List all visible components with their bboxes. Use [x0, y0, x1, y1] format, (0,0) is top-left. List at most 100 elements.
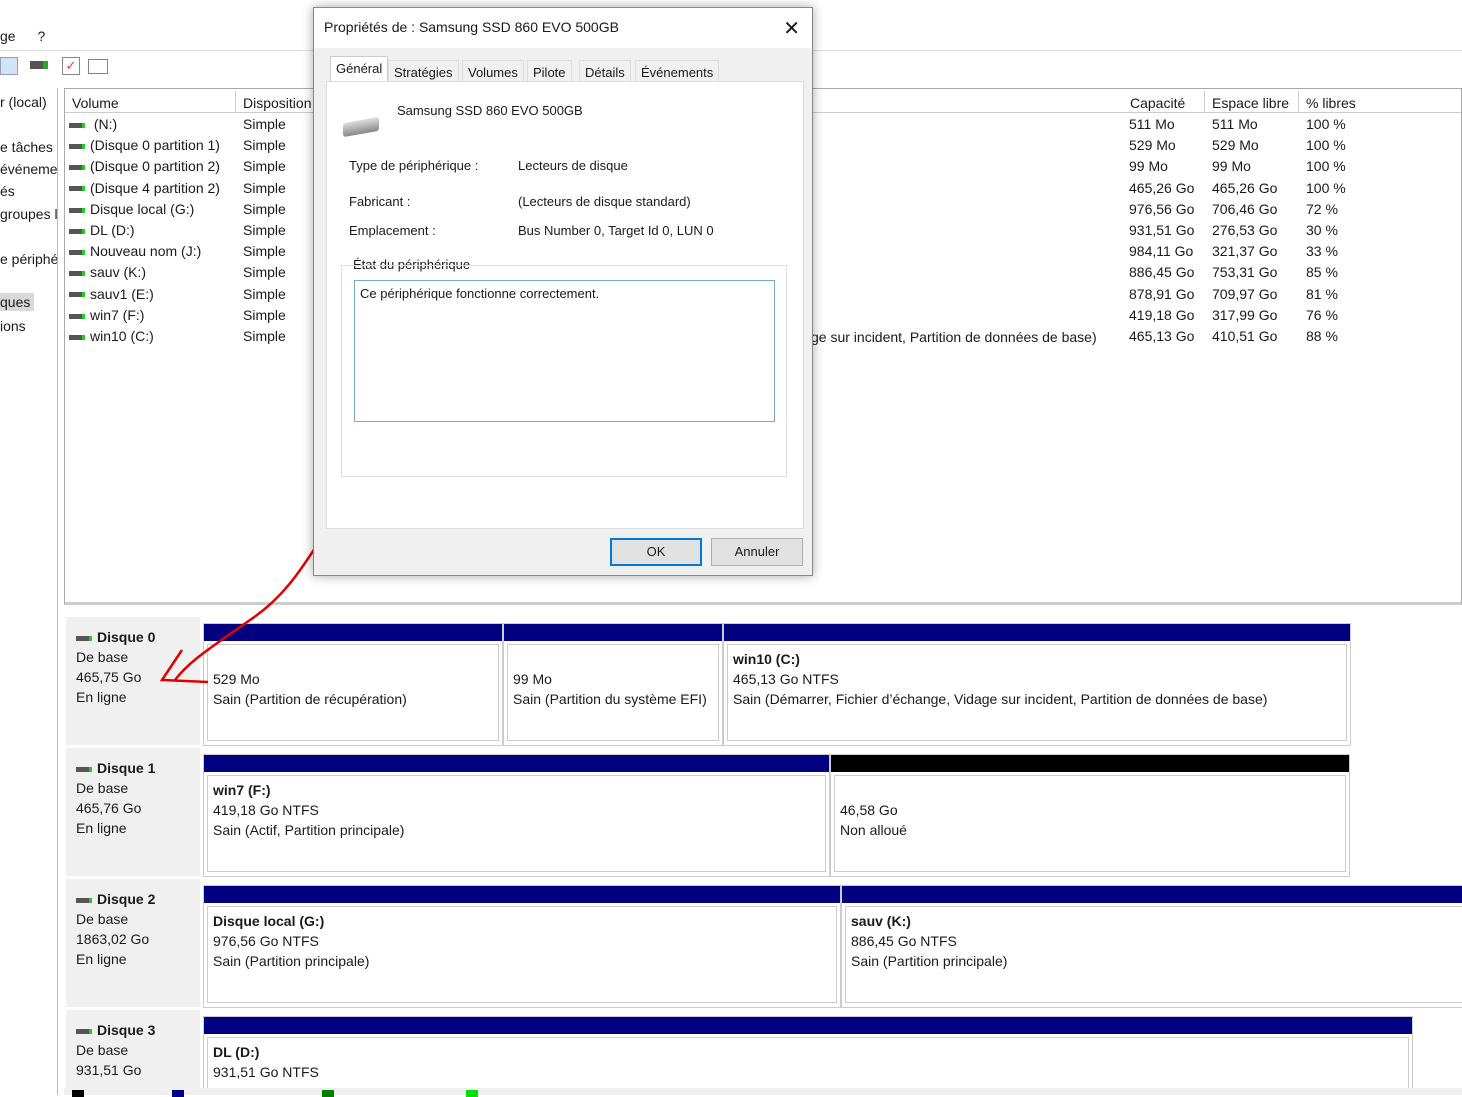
- nav-item[interactable]: és: [0, 183, 15, 199]
- cell-pct[interactable]: 72 %: [1306, 201, 1338, 222]
- column-header-pct[interactable]: % libres: [1299, 91, 1461, 113]
- cell-layout[interactable]: Simple: [243, 307, 286, 328]
- nav-item[interactable]: e tâches: [0, 139, 53, 155]
- tab-events[interactable]: Événements: [635, 60, 720, 82]
- cell-volume[interactable]: (Disque 4 partition 2): [69, 180, 220, 201]
- cell-free[interactable]: 276,53 Go: [1212, 222, 1277, 243]
- cell-capacity[interactable]: 419,18 Go: [1129, 307, 1194, 328]
- partition[interactable]: Disque local (G:) 976,56 Go NTFS Sain (P…: [203, 885, 841, 1008]
- cell-text: 511 Mo: [1212, 116, 1258, 132]
- cell-pct[interactable]: 33 %: [1306, 243, 1338, 264]
- tab-details[interactable]: Détails: [579, 60, 631, 82]
- cell-volume[interactable]: DL (D:): [69, 222, 135, 243]
- nav-item-disks-selected[interactable]: ques: [0, 293, 34, 311]
- cell-free[interactable]: 529 Mo: [1212, 137, 1259, 158]
- partition[interactable]: DL (D:) 931,51 Go NTFS: [203, 1016, 1413, 1095]
- cell-capacity[interactable]: 465,26 Go: [1129, 180, 1194, 201]
- cell-free[interactable]: 709,97 Go: [1212, 286, 1277, 307]
- cell-free[interactable]: 99 Mo: [1212, 158, 1251, 179]
- cell-free[interactable]: 511 Mo: [1212, 116, 1258, 137]
- partition[interactable]: sauv (K:) 886,45 Go NTFS Sain (Partition…: [841, 885, 1462, 1008]
- properties-icon[interactable]: [88, 59, 108, 74]
- cell-pct[interactable]: 76 %: [1306, 307, 1338, 328]
- cell-capacity[interactable]: 99 Mo: [1129, 158, 1168, 179]
- cell-free[interactable]: 317,99 Go: [1212, 307, 1277, 328]
- cell-free[interactable]: 465,26 Go: [1212, 180, 1277, 201]
- disk-name: Disque 1: [97, 760, 156, 776]
- cell-pct[interactable]: 30 %: [1306, 222, 1338, 243]
- cell-pct[interactable]: 100 %: [1306, 158, 1346, 179]
- partition-title: [213, 649, 493, 669]
- cell-volume[interactable]: (N:): [69, 116, 117, 137]
- cell-layout[interactable]: Simple: [243, 328, 286, 349]
- cell-volume[interactable]: (Disque 0 partition 2): [69, 158, 220, 179]
- disk-label[interactable]: Disque 2 De base 1863,02 Go En ligne: [66, 879, 200, 1007]
- cell-layout[interactable]: Simple: [243, 222, 286, 243]
- cell-volume[interactable]: win7 (F:): [69, 307, 144, 328]
- cell-volume[interactable]: Disque local (G:): [69, 201, 194, 222]
- cell-capacity[interactable]: 886,45 Go: [1129, 264, 1194, 285]
- cell-volume[interactable]: sauv (K:): [69, 264, 146, 285]
- cell-free[interactable]: 410,51 Go: [1212, 328, 1277, 349]
- cell-pct[interactable]: 100 %: [1306, 180, 1346, 201]
- cell-free[interactable]: 321,37 Go: [1212, 243, 1277, 264]
- cell-layout[interactable]: Simple: [243, 243, 286, 264]
- tab-strategies[interactable]: Stratégies: [388, 60, 459, 82]
- nav-item[interactable]: groupes l: [0, 206, 57, 222]
- cell-capacity[interactable]: 931,51 Go: [1129, 222, 1194, 243]
- partition[interactable]: 46,58 Go Non alloué: [830, 754, 1350, 877]
- partition[interactable]: win7 (F:) 419,18 Go NTFS Sain (Actif, Pa…: [203, 754, 830, 877]
- cell-layout[interactable]: Simple: [243, 137, 286, 158]
- connect-drive-icon[interactable]: [30, 61, 48, 69]
- cell-layout[interactable]: Simple: [243, 180, 286, 201]
- column-header-capacity[interactable]: Capacité: [1123, 91, 1205, 113]
- ok-button[interactable]: OK: [610, 538, 702, 566]
- cell-pct[interactable]: 100 %: [1306, 116, 1346, 137]
- cell-layout[interactable]: Simple: [243, 116, 286, 137]
- close-icon[interactable]: ✕: [783, 16, 800, 41]
- cell-text: win10 (C:): [90, 328, 154, 344]
- menu-item-help[interactable]: ?: [37, 28, 45, 44]
- disk-icon: [76, 897, 92, 903]
- cell-pct[interactable]: 88 %: [1306, 328, 1338, 349]
- partition[interactable]: 529 Mo Sain (Partition de récupération): [203, 623, 503, 746]
- cell-layout[interactable]: Simple: [243, 286, 286, 307]
- cell-capacity[interactable]: 529 Mo: [1129, 137, 1176, 158]
- cell-layout[interactable]: Simple: [243, 158, 286, 179]
- cell-layout[interactable]: Simple: [243, 264, 286, 285]
- disk-label[interactable]: Disque 3 De base 931,51 Go: [66, 1010, 200, 1095]
- status-textarea[interactable]: Ce périphérique fonctionne correctement.: [354, 280, 775, 422]
- cell-capacity[interactable]: 984,11 Go: [1129, 243, 1193, 264]
- cell-volume[interactable]: sauv1 (E:): [69, 286, 154, 307]
- tab-general[interactable]: Général: [330, 56, 389, 83]
- cell-capacity[interactable]: 878,91 Go: [1129, 286, 1194, 307]
- disk-label[interactable]: Disque 0 De base 465,75 Go En ligne: [66, 617, 200, 745]
- cancel-button[interactable]: Annuler: [711, 538, 803, 566]
- partition[interactable]: win10 (C:) 465,13 Go NTFS Sain (Démarrer…: [723, 623, 1351, 746]
- cell-capacity[interactable]: 465,13 Go: [1129, 328, 1194, 349]
- cell-volume[interactable]: (Disque 0 partition 1): [69, 137, 220, 158]
- nav-item[interactable]: e périphé: [0, 251, 57, 267]
- tab-driver[interactable]: Pilote: [527, 60, 572, 82]
- cell-volume[interactable]: win10 (C:): [69, 328, 154, 349]
- cell-capacity[interactable]: 976,56 Go: [1129, 201, 1194, 222]
- tab-volumes[interactable]: Volumes: [462, 60, 524, 82]
- column-header-volume[interactable]: Volume: [65, 91, 236, 113]
- nav-item[interactable]: r (local): [0, 94, 47, 110]
- checklist-icon[interactable]: ✓: [62, 57, 80, 75]
- menu-item[interactable]: ge: [0, 28, 16, 44]
- cell-layout[interactable]: Simple: [243, 201, 286, 222]
- view-icon[interactable]: [0, 57, 18, 75]
- nav-item[interactable]: ions: [0, 318, 26, 334]
- cell-free[interactable]: 706,46 Go: [1212, 201, 1277, 222]
- cell-pct[interactable]: 85 %: [1306, 264, 1338, 285]
- column-header-free[interactable]: Espace libre: [1205, 91, 1299, 113]
- cell-pct[interactable]: 100 %: [1306, 137, 1346, 158]
- disk-label[interactable]: Disque 1 De base 465,76 Go En ligne: [66, 748, 200, 876]
- partition[interactable]: 99 Mo Sain (Partition du système EFI): [503, 623, 723, 746]
- cell-capacity[interactable]: 511 Mo: [1129, 116, 1175, 137]
- cell-free[interactable]: 753,31 Go: [1212, 264, 1277, 285]
- cell-volume[interactable]: Nouveau nom (J:): [69, 243, 201, 264]
- cell-pct[interactable]: 81 %: [1306, 286, 1338, 307]
- nav-item[interactable]: événeme: [0, 161, 57, 177]
